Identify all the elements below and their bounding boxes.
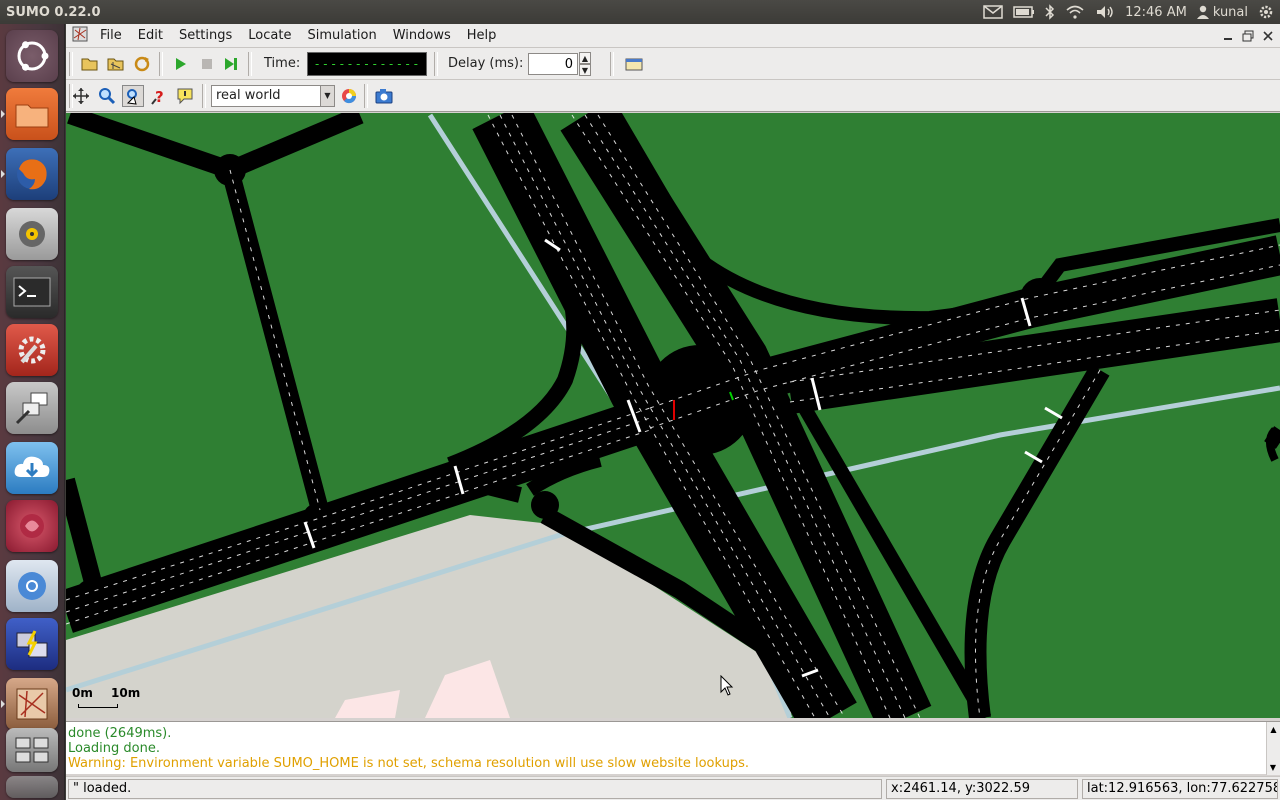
settings-icon[interactable] xyxy=(6,324,58,376)
app-icon[interactable] xyxy=(6,500,58,552)
terminal-icon[interactable] xyxy=(6,266,58,318)
log-scrollbar[interactable]: ▲ ▼ xyxy=(1266,722,1280,775)
spin-up-icon[interactable]: ▲ xyxy=(579,52,591,64)
minimize-button[interactable] xyxy=(1220,28,1236,44)
system-tools-icon[interactable] xyxy=(6,382,58,434)
battery-icon[interactable] xyxy=(1013,6,1035,18)
time-display: ------------- xyxy=(307,52,427,76)
sumo-gui-window: File Edit Settings Locate Simulation Win… xyxy=(66,24,1280,800)
menu-edit[interactable]: Edit xyxy=(130,28,171,43)
scroll-down-icon[interactable]: ▼ xyxy=(1267,760,1279,775)
status-message: " loaded. xyxy=(68,779,882,799)
road xyxy=(964,364,1110,718)
spin-down-icon[interactable]: ▼ xyxy=(579,64,591,76)
gear-icon[interactable] xyxy=(1258,4,1274,20)
edit-breakpoints-icon[interactable] xyxy=(623,53,645,75)
top-panel: SUMO 0.22.0 12:46 AM kunal xyxy=(0,0,1280,24)
firefox-icon[interactable] xyxy=(6,148,58,200)
window-title: SUMO 0.22.0 xyxy=(6,4,101,20)
menu-simulation[interactable]: Simulation xyxy=(299,28,384,43)
menu-help[interactable]: Help xyxy=(459,28,505,43)
log-line: done (2649ms). xyxy=(68,726,172,741)
close-button[interactable] xyxy=(1260,28,1276,44)
step-icon[interactable] xyxy=(220,53,242,75)
menu-windows[interactable]: Windows xyxy=(385,28,459,43)
network-view[interactable]: 0m 10m xyxy=(66,113,1280,718)
delay-spinner[interactable]: ▲ ▼ xyxy=(579,52,591,76)
status-xy: x:2461.14, y:3022.59 xyxy=(886,779,1078,799)
chevron-down-icon[interactable]: ▼ xyxy=(320,86,334,106)
reload-icon[interactable] xyxy=(131,53,153,75)
menu-file[interactable]: File xyxy=(92,28,130,43)
app-menu-icon[interactable] xyxy=(72,26,88,46)
ubuntu-dash-icon[interactable] xyxy=(6,30,58,82)
updater-icon[interactable] xyxy=(6,442,58,494)
color-scheme-value: real world xyxy=(216,88,281,103)
files-icon[interactable] xyxy=(6,88,58,140)
simulation-toolbar: Time: ------------- Delay (ms): ▲ ▼ xyxy=(66,48,1280,80)
recenter-icon[interactable] xyxy=(70,85,92,107)
delay-input[interactable] xyxy=(528,53,578,75)
time-label: Time: xyxy=(264,56,301,71)
trash-icon[interactable] xyxy=(6,776,58,798)
scroll-up-icon[interactable]: ▲ xyxy=(1267,722,1280,737)
stop-line xyxy=(1044,406,1063,420)
clock[interactable]: 12:46 AM xyxy=(1125,5,1187,20)
color-scheme-select[interactable]: real world ▼ xyxy=(211,85,335,107)
sumo-icon[interactable] xyxy=(6,678,58,730)
delay-label: Delay (ms): xyxy=(448,56,524,71)
scale-end: 10m xyxy=(111,686,141,700)
junction xyxy=(531,491,559,519)
building-area xyxy=(66,515,800,718)
zoom-icon[interactable] xyxy=(96,85,118,107)
rhythmbox-icon[interactable] xyxy=(6,208,58,260)
road xyxy=(67,113,364,180)
open-simulation-icon[interactable] xyxy=(79,53,101,75)
username: kunal xyxy=(1212,4,1248,20)
road-network-map xyxy=(66,113,1280,718)
network-icon[interactable] xyxy=(6,618,58,670)
locate-icon[interactable] xyxy=(122,85,144,107)
bluetooth-icon[interactable] xyxy=(1045,4,1055,20)
tooltip-icon[interactable] xyxy=(174,85,196,107)
message-log: done (2649ms). Loading done. Warning: En… xyxy=(66,721,1280,775)
status-bar: " loaded. x:2461.14, y:3022.59 lat:12.91… xyxy=(66,776,1280,800)
svg-text:?: ? xyxy=(155,88,164,105)
restore-button[interactable] xyxy=(1240,28,1256,44)
menu-bar: File Edit Settings Locate Simulation Win… xyxy=(66,24,1280,48)
mouse-cursor-icon xyxy=(720,675,734,696)
inspect-icon[interactable]: ? xyxy=(148,85,170,107)
screenshot-icon[interactable] xyxy=(373,85,395,107)
road xyxy=(66,477,104,593)
junction xyxy=(73,578,117,622)
user-icon xyxy=(1196,5,1209,19)
stop-icon[interactable] xyxy=(196,53,218,75)
mail-icon[interactable] xyxy=(983,5,1003,19)
log-line: Loading done. xyxy=(68,741,160,756)
status-latlon: lat:12.916563, lon:77.622758 xyxy=(1082,779,1278,799)
scale-start: 0m xyxy=(72,686,93,700)
junction xyxy=(645,345,755,455)
volume-icon[interactable] xyxy=(1095,5,1115,19)
menu-settings[interactable]: Settings xyxy=(171,28,240,43)
run-icon[interactable] xyxy=(170,53,192,75)
menu-locate[interactable]: Locate xyxy=(240,28,299,43)
junction xyxy=(780,660,820,700)
scale-bar-line xyxy=(78,704,118,708)
scale-bar: 0m 10m xyxy=(72,686,141,708)
chromium-icon[interactable] xyxy=(6,560,58,612)
workspace-icon[interactable] xyxy=(6,728,58,772)
panel-indicators: 12:46 AM kunal xyxy=(983,0,1274,24)
unity-launcher xyxy=(0,24,65,800)
log-line: Warning: Environment variable SUMO_HOME … xyxy=(68,756,750,771)
edit-colors-icon[interactable] xyxy=(338,85,360,107)
open-network-icon[interactable] xyxy=(105,53,127,75)
view-toolbar: ? real world ▼ xyxy=(66,80,1280,112)
user-menu[interactable]: kunal xyxy=(1196,4,1248,20)
wifi-icon[interactable] xyxy=(1065,5,1085,19)
